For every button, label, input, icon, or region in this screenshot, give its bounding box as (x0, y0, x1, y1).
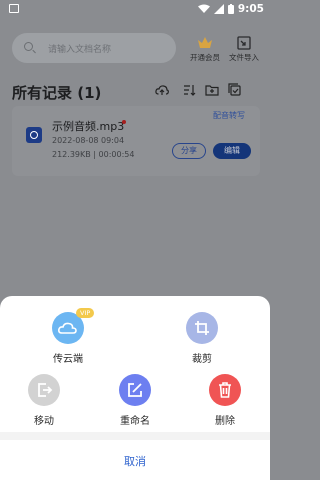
signal-icon (213, 4, 224, 14)
search-placeholder: 请输入文档名称 (48, 45, 112, 55)
audio-file-icon (26, 127, 42, 143)
share-button[interactable]: 分享 (172, 143, 206, 159)
vip-badge: VIP (76, 308, 95, 318)
import-label: 文件导入 (229, 53, 259, 62)
new-folder-icon[interactable] (205, 83, 219, 97)
delete-circle (209, 374, 241, 406)
wifi-icon (197, 4, 210, 13)
rename-circle (119, 374, 151, 406)
move-action[interactable]: 移动 (14, 374, 74, 427)
sheet-divider (0, 432, 270, 440)
status-icons: 9:05 (197, 3, 264, 15)
image-notification-icon (9, 4, 19, 13)
import-icon (237, 36, 251, 50)
search-input[interactable]: 请输入文档名称 (12, 33, 176, 63)
edit-button[interactable]: 编辑 (213, 143, 251, 159)
crop-circle (186, 312, 218, 344)
trash-icon (219, 382, 231, 398)
upload-cloud-action[interactable]: VIP 传云端 (38, 308, 98, 365)
rename-label: 重命名 (120, 416, 150, 427)
move-label: 移动 (34, 416, 54, 427)
unread-dot (122, 120, 126, 124)
search-icon (24, 42, 33, 51)
delete-label: 删除 (215, 416, 235, 427)
file-name: 示例音频.mp3 (52, 120, 125, 133)
upload-cloud-label: 传云端 (53, 354, 83, 365)
cloud-upload-icon[interactable] (155, 83, 169, 97)
file-date: 2022-08-08 09:04 (52, 136, 125, 145)
file-info: 212.39KB | 00:00:54 (52, 150, 135, 159)
crop-icon (195, 321, 209, 335)
status-bar: 9:05 (0, 0, 270, 20)
multi-select-icon[interactable] (228, 83, 242, 97)
rename-action[interactable]: 重命名 (105, 374, 165, 427)
delete-action[interactable]: 删除 (195, 374, 255, 427)
import-button[interactable]: 文件导入 (219, 36, 269, 63)
crop-label: 裁剪 (192, 354, 212, 365)
sort-icon[interactable] (182, 83, 196, 97)
move-circle (28, 374, 60, 406)
cancel-button[interactable]: 取消 (0, 453, 270, 469)
crown-icon (198, 37, 212, 48)
dubbing-transcribe-link[interactable]: 配音转写 (213, 110, 245, 121)
clock-time: 9:05 (237, 3, 264, 15)
upload-cloud-circle: VIP (52, 308, 95, 344)
move-icon (38, 383, 53, 397)
battery-icon (227, 4, 234, 14)
rename-icon (128, 383, 142, 397)
crop-action[interactable]: 裁剪 (172, 312, 232, 365)
records-title: 所有记录 (1) (12, 84, 102, 102)
